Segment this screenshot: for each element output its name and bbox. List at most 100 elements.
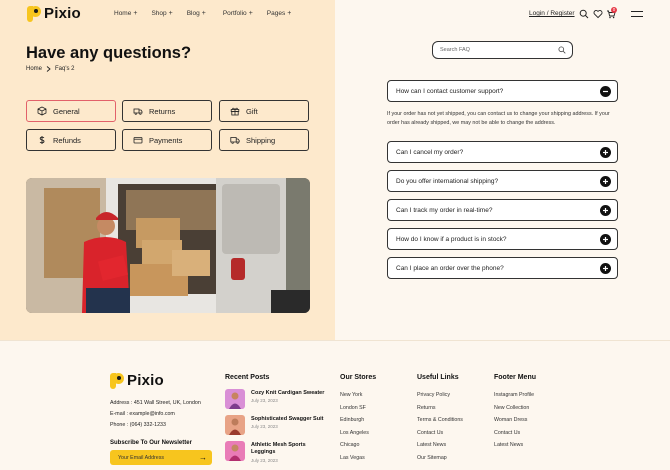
faq-question: Can I place an order over the phone? — [396, 264, 504, 272]
breadcrumb: Home Faq's 2 — [26, 66, 75, 72]
search-icon[interactable] — [558, 46, 566, 54]
post-thumbnail — [225, 389, 245, 409]
breadcrumb-home[interactable]: Home — [26, 66, 42, 72]
faq-item[interactable]: Can I cancel my order? — [387, 141, 618, 163]
useful-link[interactable]: Contact Us — [417, 430, 443, 436]
minus-icon[interactable] — [600, 86, 611, 97]
plus-icon[interactable] — [600, 147, 611, 158]
truck-return-icon — [133, 108, 143, 115]
search-icon[interactable] — [579, 9, 589, 19]
faq-question: How do I know if a product is in stock? — [396, 235, 507, 243]
logo-mark-icon — [110, 372, 124, 389]
logo-mark-icon — [27, 5, 41, 22]
plus-icon: + — [168, 10, 173, 17]
nav-label: Home — [114, 10, 132, 17]
cart-count-badge: 0 — [611, 7, 617, 13]
store-link[interactable]: London SF — [340, 405, 366, 411]
footer-phone: Phone : (064) 332-1233 — [110, 422, 166, 428]
faq-question: Can I track my order in real-time? — [396, 206, 493, 214]
faq-question: How can I contact customer support? — [396, 87, 504, 95]
recent-post[interactable]: Athletic Mesh Sports Leggings July 23, 2… — [225, 441, 335, 463]
nav-item-blog[interactable]: Blog + — [187, 10, 206, 17]
faq-answer: If your order has not yet shipped, you c… — [387, 111, 610, 126]
category-refunds-button[interactable]: Refunds — [26, 129, 116, 151]
nav-item-shop[interactable]: Shop + — [151, 10, 172, 17]
category-general-button[interactable]: General — [26, 100, 116, 122]
plus-icon: + — [133, 10, 138, 17]
post-thumbnail — [225, 441, 245, 461]
post-date: July 23, 2023 — [251, 424, 278, 429]
nav-item-portfolio[interactable]: Portfolio + — [223, 10, 253, 17]
category-label: Gift — [246, 106, 258, 116]
footer-email: E-mail : example@info.com — [110, 411, 175, 417]
box-icon — [37, 106, 47, 116]
page-title: Have any questions? — [26, 44, 192, 62]
nav-label: Pages — [266, 10, 286, 17]
useful-link[interactable]: Returns — [417, 405, 436, 411]
brand-logo[interactable]: Pixio — [27, 5, 81, 22]
faq-search-input[interactable]: Search FAQ — [432, 41, 573, 59]
plus-icon: + — [201, 10, 206, 17]
faq-item[interactable]: Do you offer international shipping? — [387, 170, 618, 192]
truck-icon — [230, 137, 240, 144]
recent-post[interactable]: Sophisticated Swagger Suit July 23, 2023 — [225, 415, 335, 437]
faq-item[interactable]: Can I place an order over the phone? — [387, 257, 618, 279]
card-icon — [133, 137, 143, 144]
search-placeholder: Search FAQ — [440, 47, 470, 53]
menu-toggle-icon[interactable] — [631, 11, 643, 18]
newsletter-title: Subscribe To Our Newsletter — [110, 440, 192, 446]
category-label: Refunds — [53, 135, 81, 145]
store-link[interactable]: Chicago — [340, 442, 359, 448]
useful-link[interactable]: Terms & Conditions — [417, 417, 463, 423]
store-link[interactable]: New York — [340, 392, 362, 398]
recent-post[interactable]: Cozy Knit Cardigan Sweater July 23, 2023 — [225, 389, 335, 411]
footer-menu-link[interactable]: New Collection — [494, 405, 529, 411]
footer-logo[interactable]: Pixio — [110, 372, 164, 389]
post-title: Athletic Mesh Sports Leggings — [251, 442, 306, 455]
brand-name: Pixio — [44, 5, 81, 22]
category-label: Payments — [149, 135, 183, 145]
category-gift-button[interactable]: Gift — [219, 100, 309, 122]
useful-link[interactable]: Latest News — [417, 442, 446, 448]
category-payments-button[interactable]: Payments — [122, 129, 212, 151]
nav-item-pages[interactable]: Pages + — [267, 10, 292, 17]
post-date: July 23, 2023 — [251, 458, 278, 463]
faq-item[interactable]: How do I know if a product is in stock? — [387, 228, 618, 250]
nav-label: Blog — [186, 10, 200, 17]
plus-icon[interactable] — [600, 263, 611, 274]
footer-menu-link[interactable]: Woman Dress — [494, 417, 527, 423]
footer-menu-link[interactable]: Contact Us — [494, 430, 520, 436]
footer-menu-link[interactable]: Latest News — [494, 442, 523, 448]
post-date: July 23, 2023 — [251, 398, 278, 403]
faq-item[interactable]: How can I contact customer support? — [387, 80, 618, 102]
chevron-right-icon — [46, 66, 51, 72]
breadcrumb-current: Faq's 2 — [55, 66, 75, 72]
store-link[interactable]: Edinburgh — [340, 417, 364, 423]
nav-item-home[interactable]: Home + — [114, 10, 137, 17]
useful-links-heading: Useful Links — [417, 374, 459, 381]
heart-icon[interactable] — [593, 9, 603, 19]
faq-item[interactable]: Can I track my order in real-time? — [387, 199, 618, 221]
plus-icon[interactable] — [600, 234, 611, 245]
footer-menu-heading: Footer Menu — [494, 374, 536, 381]
useful-link[interactable]: Privacy Policy — [417, 392, 450, 398]
category-returns-button[interactable]: Returns — [122, 100, 212, 122]
dollar-icon — [39, 136, 45, 144]
footer-address: Address : 451 Wall Street, UK, London — [110, 400, 201, 406]
our-stores-heading: Our Stores — [340, 374, 377, 381]
category-label: Shipping — [246, 135, 276, 145]
category-shipping-button[interactable]: Shipping — [219, 129, 309, 151]
store-link[interactable]: Los Angeles — [340, 430, 369, 436]
store-link[interactable]: Las Vegas — [340, 455, 365, 461]
login-register-link[interactable]: Login / Register — [529, 10, 575, 17]
plus-icon[interactable] — [600, 176, 611, 187]
plus-icon: + — [287, 10, 292, 17]
newsletter-email-input[interactable]: Your Email Address → — [110, 450, 212, 465]
post-thumbnail — [225, 415, 245, 435]
plus-icon[interactable] — [600, 205, 611, 216]
arrow-right-icon[interactable]: → — [199, 453, 207, 462]
site-footer — [0, 340, 670, 470]
footer-menu-link[interactable]: Instagram Profile — [494, 392, 534, 398]
useful-link[interactable]: Our Sitemap — [417, 455, 447, 461]
delivery-van-image — [26, 178, 310, 313]
